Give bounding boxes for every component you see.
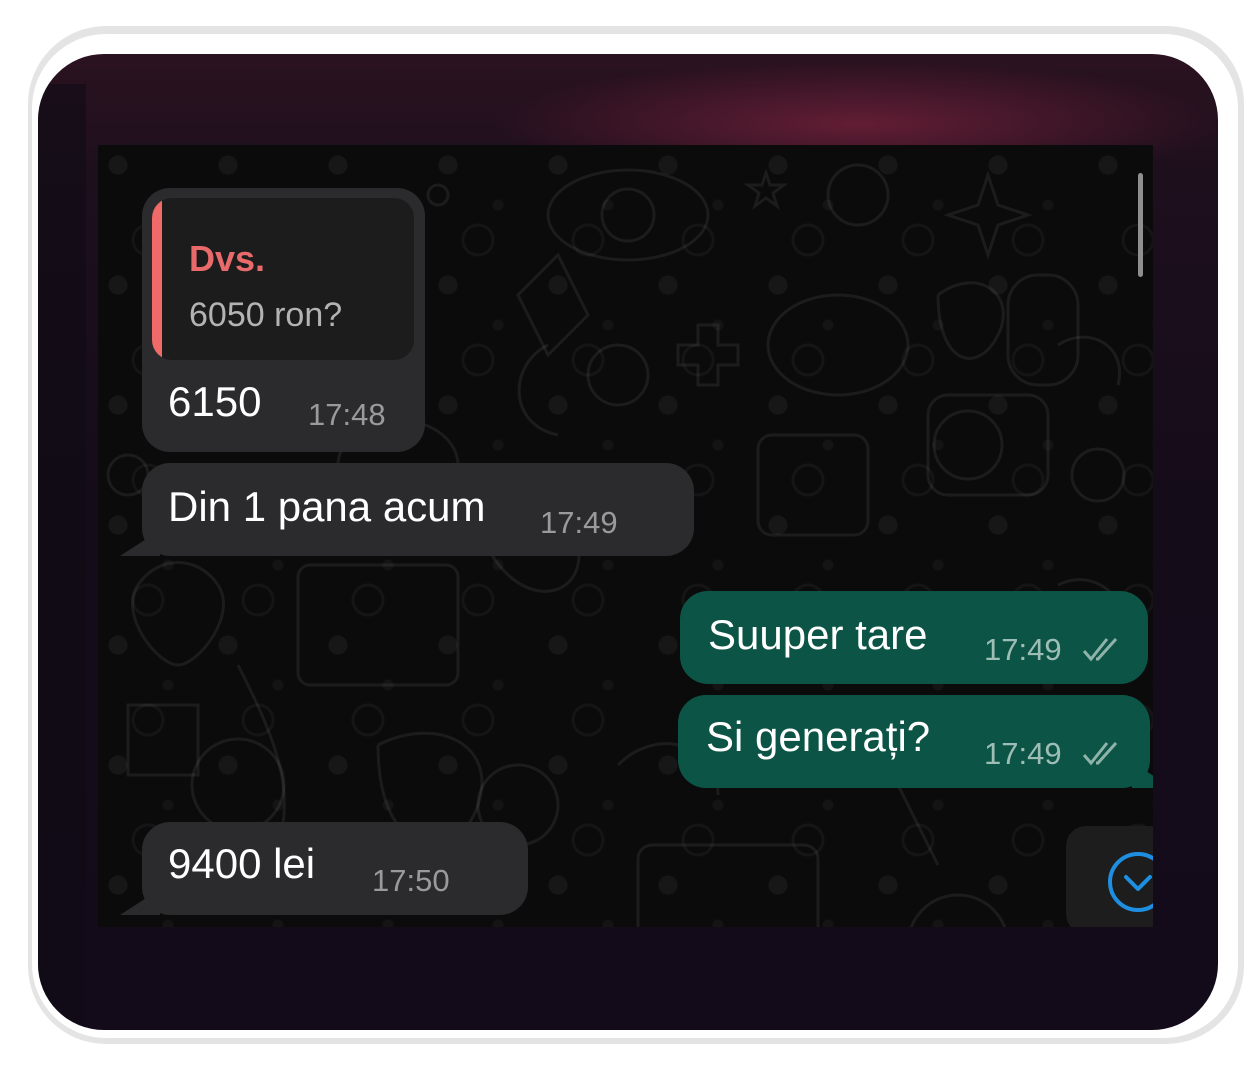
screenshot-page: Dvs. 6050 ron? 6150 17:48 Din 1 pana acu… (0, 0, 1250, 1080)
scrollbar-thumb[interactable] (1138, 173, 1143, 277)
phone-screen: Dvs. 6050 ron? 6150 17:48 Din 1 pana acu… (38, 54, 1218, 1030)
double-check-icon (1082, 637, 1118, 662)
quote-accent-bar (152, 198, 162, 360)
chat-viewport[interactable]: Dvs. 6050 ron? 6150 17:48 Din 1 pana acu… (98, 145, 1153, 927)
message-bubble-incoming[interactable]: Dvs. 6050 ron? 6150 17:48 (142, 188, 425, 452)
message-text: 6150 (168, 378, 262, 425)
message-bubble-outgoing[interactable]: Si generați? 17:49 (678, 695, 1153, 788)
message-text: 9400 lei (168, 840, 316, 887)
quote-text: 6050 ron? (189, 296, 343, 334)
quote-author: Dvs. (189, 238, 266, 279)
message-text: Si generați? (706, 713, 931, 760)
message-bubble-incoming[interactable]: 9400 lei 17:50 (120, 822, 528, 915)
message-time: 17:49 (984, 736, 1062, 771)
message-time: 17:49 (540, 505, 618, 540)
screen-edge-shade (38, 84, 86, 1030)
message-text: Suuper tare (708, 611, 928, 658)
chevron-down-circle-icon (1108, 852, 1153, 912)
scroll-to-bottom-button[interactable] (1066, 826, 1153, 927)
message-text: Din 1 pana acum (168, 483, 486, 530)
message-time: 17:48 (308, 397, 386, 432)
message-bubble-incoming[interactable]: Din 1 pana acum 17:49 (120, 463, 694, 556)
double-check-icon (1082, 741, 1118, 766)
quoted-message[interactable]: Dvs. 6050 ron? (152, 198, 414, 360)
message-time: 17:49 (984, 632, 1062, 667)
message-time: 17:50 (372, 863, 450, 898)
message-bubble-outgoing[interactable]: Suuper tare 17:49 (680, 591, 1148, 684)
